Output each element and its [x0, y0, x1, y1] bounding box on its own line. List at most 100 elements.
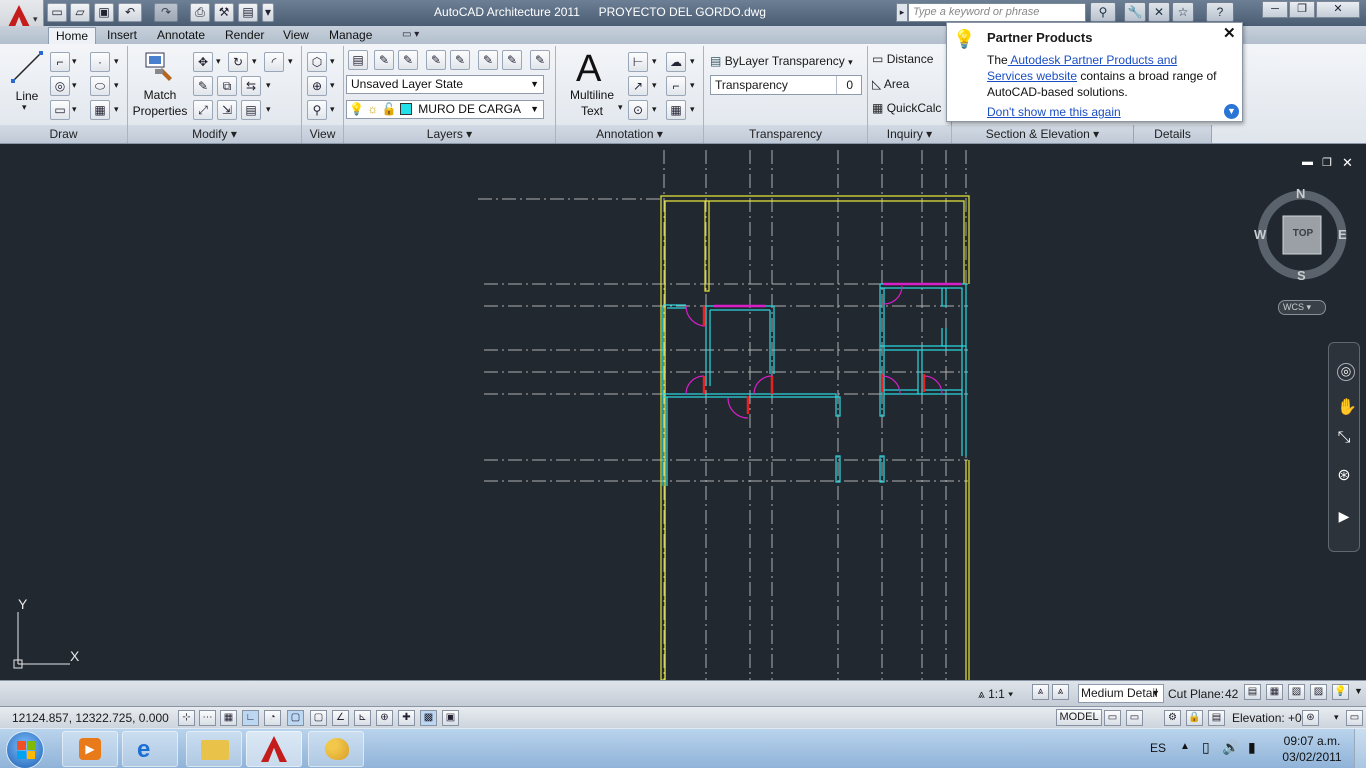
subscription-icon[interactable]: 🔧 — [1124, 2, 1146, 22]
view-panel-title[interactable]: View — [302, 125, 344, 143]
layer-merge-icon[interactable]: ✎ — [530, 50, 550, 70]
show-motion-icon[interactable]: ▶ — [1337, 509, 1351, 523]
hatch-dropdown-icon[interactable]: ▾ — [114, 104, 119, 115]
transparency-dropdown[interactable]: ▤ ByLayer Transparency ▾ — [710, 52, 860, 70]
quick-properties-icon[interactable]: ▣ — [442, 710, 459, 726]
dont-show-again-link[interactable]: Don't show me this again — [987, 105, 1121, 119]
linear-dimension-icon[interactable]: ⊢ — [628, 52, 648, 72]
copy-icon[interactable]: ⧉ — [217, 76, 237, 96]
data-table-icon[interactable]: ▦ — [666, 100, 686, 120]
annotation-scale[interactable]: ⩓ 1:1 ▾ — [978, 685, 1026, 703]
isolate-objects-icon[interactable]: ▨ — [1310, 684, 1327, 700]
viewport-menu-icon[interactable]: ▼ — [1354, 686, 1363, 696]
properties-icon[interactable]: ▤ — [238, 3, 258, 22]
modify-panel-title[interactable]: Modify ▾ — [128, 125, 302, 143]
zoom-icon[interactable]: ⚲ — [307, 100, 327, 120]
polyline-icon[interactable]: ⌐ — [50, 52, 70, 72]
volume-icon[interactable]: 🔊 — [1222, 739, 1239, 756]
dynamic-ucs-icon[interactable]: ⊾ — [354, 710, 371, 726]
qat-dropdown-icon[interactable]: ▾ — [262, 3, 274, 22]
lineweight-icon[interactable]: ✚ — [398, 710, 415, 726]
line-label[interactable]: Line — [8, 89, 46, 103]
coordinates-display[interactable]: 12124.857, 12322.725, 0.000 — [12, 711, 169, 725]
tab-view[interactable]: View — [276, 27, 316, 44]
layer-walk-icon[interactable]: ✎ — [502, 50, 522, 70]
details-panel-title[interactable]: Details — [1134, 125, 1212, 143]
erase-icon[interactable]: ✎ — [193, 76, 213, 96]
table-dropdown-icon[interactable]: ▾ — [652, 104, 657, 115]
transparency-panel-title[interactable]: Transparency — [704, 125, 868, 143]
annotation-visibility-icon[interactable]: ⩓ — [1032, 684, 1049, 700]
tab-manage[interactable]: Manage — [322, 27, 379, 44]
network-signal-icon[interactable]: ▮ — [1248, 739, 1256, 756]
rotate-icon[interactable]: ↻ — [228, 52, 248, 72]
infer-constraints-icon[interactable]: ⊹ — [178, 710, 195, 726]
transparency-slider[interactable]: Transparency 0 — [710, 75, 862, 95]
quick-view-drawings-icon[interactable]: ▭ — [1126, 710, 1143, 726]
lightbulb-icon[interactable]: 💡 — [1332, 684, 1349, 700]
redo-icon[interactable]: ↷ — [154, 3, 178, 22]
status-tray-icon[interactable]: ▤ — [1208, 710, 1225, 726]
start-button[interactable] — [6, 731, 44, 768]
quick-view-layouts-icon[interactable]: ▭ — [1104, 710, 1121, 726]
tab-home[interactable]: Home — [48, 27, 97, 44]
zoom-dropdown-icon[interactable]: ▾ — [330, 104, 335, 115]
ribbon-minimize-icon[interactable]: ▭ ▾ — [402, 28, 428, 42]
layers-panel-title[interactable]: Layers ▾ — [344, 125, 556, 143]
toolbar-lock-icon[interactable]: 🔒 — [1186, 710, 1203, 726]
elevation-display[interactable]: Elevation: +0 — [1232, 711, 1302, 725]
inquiry-panel-title[interactable]: Inquiry ▾ — [868, 125, 952, 143]
multiline-text-icon[interactable]: A — [576, 48, 601, 91]
point-dropdown-icon[interactable]: ▾ — [114, 56, 119, 67]
orbit-icon[interactable]: ⊕ — [307, 76, 327, 96]
section-elevation-panel-title[interactable]: Section & Elevation ▾ — [952, 125, 1134, 143]
minimize-icon[interactable]: ─ — [1262, 1, 1288, 18]
mirror-dropdown-icon[interactable]: ▾ — [266, 80, 271, 91]
language-indicator[interactable]: ES — [1150, 741, 1166, 755]
show-desktop-button[interactable] — [1354, 729, 1366, 768]
match-properties-icon[interactable] — [142, 50, 176, 84]
transparency-toggle-icon[interactable]: ▩ — [420, 710, 437, 726]
clock-date[interactable]: 03/02/2011 — [1276, 750, 1348, 764]
orbit-icon[interactable]: ⊛ — [1337, 468, 1351, 484]
view-cube-icon[interactable]: ⬡ — [307, 52, 327, 72]
publish-icon[interactable]: ⚒ — [214, 3, 234, 22]
model-space-button[interactable]: MODEL — [1056, 709, 1102, 726]
pan-hand-icon[interactable]: ✋ — [1337, 400, 1357, 416]
view-dropdown-icon[interactable]: ▾ — [330, 56, 335, 67]
taskbar-media-player[interactable]: ▶ — [62, 731, 118, 767]
match-properties-label-1[interactable]: Match — [130, 88, 190, 102]
status-menu-icon[interactable]: ▾ — [1334, 712, 1339, 723]
3d-object-snap-icon[interactable]: ▢ — [310, 710, 327, 726]
move-icon[interactable]: ✥ — [193, 52, 213, 72]
layer-match-icon[interactable]: ✎ — [478, 50, 498, 70]
compass-north[interactable]: N — [1296, 186, 1305, 201]
wcs-menu[interactable]: WCS ▾ — [1278, 300, 1326, 315]
compass-south[interactable]: S — [1297, 268, 1306, 283]
restore-icon[interactable]: ❐ — [1289, 1, 1315, 18]
object-snap-icon[interactable]: ▢ — [287, 710, 304, 726]
elevation-options-icon[interactable]: ⊛ — [1302, 710, 1319, 726]
fillet-dropdown-icon[interactable]: ▾ — [288, 56, 293, 67]
search-expand-icon[interactable]: ▸ — [896, 3, 908, 22]
polyline-dropdown-icon[interactable]: ▾ — [72, 56, 77, 67]
layer-isolate-icon[interactable]: ✎ — [398, 50, 418, 70]
compass-east[interactable]: E — [1338, 227, 1347, 242]
area-button[interactable]: ◺ Area — [872, 77, 909, 91]
draw-panel-title[interactable]: Draw — [0, 125, 128, 143]
ortho-mode-icon[interactable]: ∟ — [242, 710, 259, 726]
annotation-panel-title[interactable]: Annotation ▾ — [556, 125, 704, 143]
battery-icon[interactable]: ▯ — [1202, 739, 1210, 756]
layer-properties-icon[interactable]: ▤ — [348, 50, 368, 70]
drawing-canvas[interactable]: TOP N S E W WCS ▾ ▬ ❐ ✕ ◎ ✋ ⤡ ⊛ ▶ Y X — [0, 146, 1366, 680]
quickcalc-button[interactable]: ▦ QuickCalc — [872, 101, 941, 115]
match-properties-label-2[interactable]: Properties — [130, 104, 190, 118]
steering-wheel-icon[interactable]: ◎ — [1337, 363, 1355, 381]
grid-display-icon[interactable]: ▦ — [220, 710, 237, 726]
snap-mode-icon[interactable]: ⋯ — [199, 710, 216, 726]
multiline-dropdown-icon[interactable]: ▾ — [618, 102, 623, 113]
point-icon[interactable]: · — [90, 52, 110, 72]
mirror-icon[interactable]: ⇆ — [241, 76, 261, 96]
multileader-icon[interactable]: ↗ — [628, 76, 648, 96]
communication-center-icon[interactable]: ✕ — [1148, 2, 1170, 22]
